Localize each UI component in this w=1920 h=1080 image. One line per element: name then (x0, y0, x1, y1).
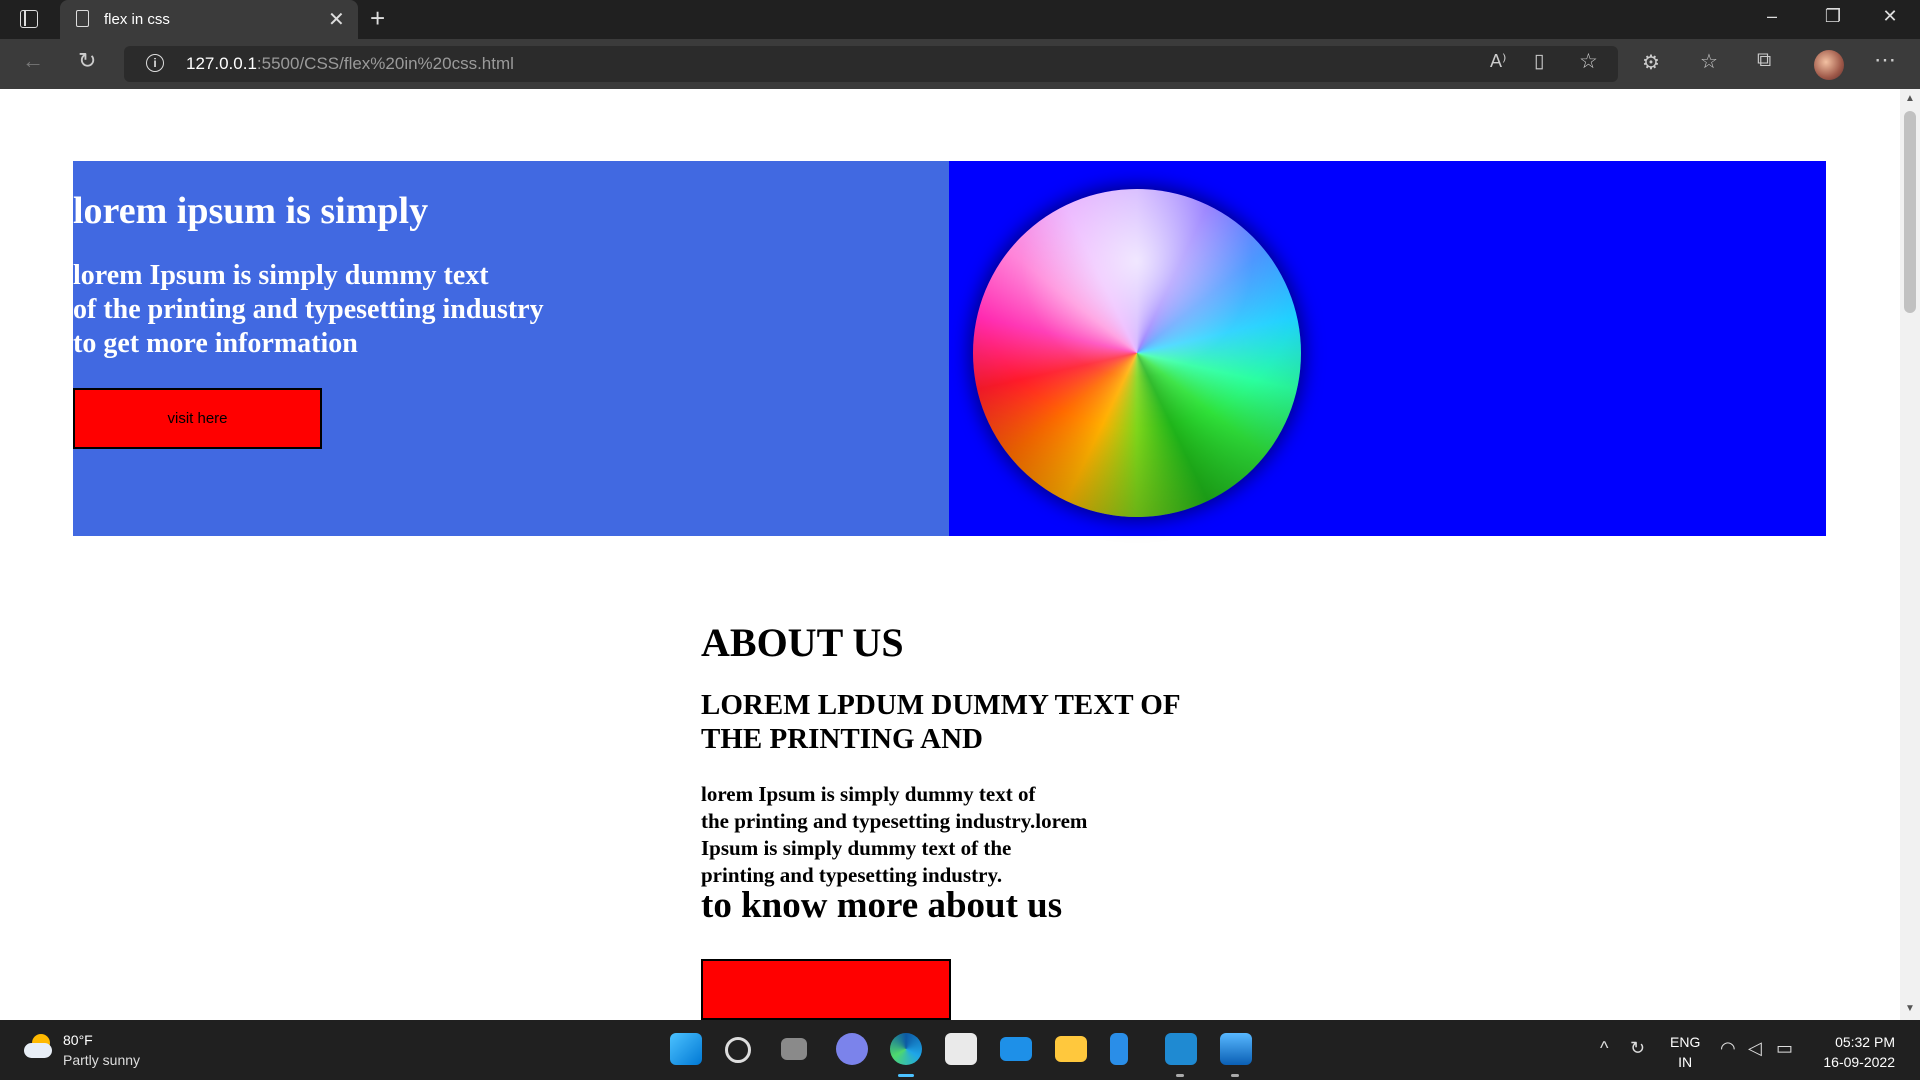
hero-text-panel: lorem ipsum is simply lorem Ipsum is sim… (73, 161, 949, 536)
power-automate-icon[interactable] (1110, 1033, 1128, 1065)
wifi-icon[interactable]: ◠ (1720, 1038, 1736, 1059)
tab-actions-icon[interactable] (20, 10, 38, 28)
photos-icon[interactable] (1220, 1033, 1252, 1065)
sync-icon[interactable]: ↻ (1630, 1038, 1645, 1059)
weather-description[interactable]: Partly sunny (63, 1052, 140, 1068)
info-icon[interactable]: i (146, 54, 164, 72)
vscode-indicator (1176, 1074, 1184, 1077)
weather-icon[interactable] (24, 1034, 54, 1060)
collections-icon[interactable]: ⧉ (1757, 49, 1771, 72)
immersive-reader-icon[interactable]: ▯ (1534, 50, 1544, 73)
puzzle-icon[interactable]: ⚙ (1642, 50, 1660, 75)
chat-icon[interactable] (836, 1033, 868, 1065)
avatar[interactable] (1814, 50, 1844, 80)
vscode-icon[interactable] (1165, 1033, 1197, 1065)
task-view-icon[interactable] (781, 1038, 807, 1060)
about-more-heading: to know more about us (701, 885, 1063, 926)
star-add-icon[interactable]: ☆ (1579, 49, 1598, 74)
volume-icon[interactable]: ◁ (1748, 1038, 1762, 1059)
weather-temperature[interactable]: 80°F (63, 1032, 93, 1048)
tab-title: flex in css (104, 11, 170, 28)
favorites-list-icon[interactable]: ☆ (1700, 49, 1718, 74)
store-icon[interactable] (945, 1033, 977, 1065)
clock[interactable]: 05:32 PM 16-09-2022 (1815, 1032, 1895, 1072)
scroll-up-icon[interactable]: ▲ (1905, 93, 1915, 104)
start-icon[interactable] (670, 1033, 702, 1065)
hero-title: lorem ipsum is simply (73, 190, 429, 232)
photos-indicator (1231, 1074, 1239, 1077)
browser-title-bar: flex in css ✕ + – ❐ ✕ (0, 0, 1920, 39)
edge-active-indicator (898, 1074, 914, 1077)
scroll-down-icon[interactable]: ▼ (1905, 1003, 1915, 1014)
new-tab-plus-icon[interactable]: + (370, 3, 385, 34)
browser-tab[interactable]: flex in css ✕ (60, 0, 358, 39)
refresh-icon[interactable]: ↻ (78, 48, 96, 74)
window-close-icon[interactable]: ✕ (1870, 6, 1910, 27)
search-icon[interactable] (725, 1037, 751, 1063)
chevron-up-icon[interactable]: ^ (1600, 1038, 1608, 1059)
more-dots-icon[interactable]: ⋯ (1874, 47, 1896, 73)
about-button[interactable] (701, 959, 951, 1020)
about-title: ABOUT US (701, 620, 904, 665)
visit-here-button[interactable]: visit here (73, 388, 322, 449)
mail-icon[interactable] (1000, 1037, 1032, 1061)
address-bar[interactable]: i 127.0.0.1:5500/CSS/flex%20in%20css.htm… (124, 46, 1618, 82)
hero-image-panel (949, 161, 1826, 536)
read-aloud-icon[interactable]: A⁾ (1490, 51, 1506, 72)
tab-close-icon[interactable]: ✕ (328, 7, 345, 32)
page-scrollbar[interactable]: ▲ ▼ (1900, 89, 1920, 1020)
page-viewport: lorem ipsum is simply lorem Ipsum is sim… (0, 89, 1900, 1020)
hero-section: lorem ipsum is simply lorem Ipsum is sim… (73, 161, 1826, 536)
file-explorer-icon[interactable] (1055, 1036, 1087, 1062)
browser-toolbar: ← ↻ i 127.0.0.1:5500/CSS/flex%20in%20css… (0, 39, 1920, 89)
about-subtitle: LOREM LPDUM DUMMY TEXT OF THE PRINTING A… (701, 689, 1181, 755)
windows-taskbar: 80°F Partly sunny ^ ↻ ENG IN ◠ ◁ ▭ 05:32… (0, 1020, 1920, 1080)
language-indicator[interactable]: ENG IN (1670, 1032, 1700, 1072)
edge-icon[interactable] (890, 1033, 922, 1065)
scroll-thumb[interactable] (1904, 111, 1916, 313)
restore-icon[interactable]: ❐ (1813, 6, 1853, 27)
minimize-icon[interactable]: – (1752, 6, 1792, 27)
page-icon (76, 10, 89, 27)
back-arrow-icon[interactable]: ← (22, 48, 44, 74)
url-text[interactable]: 127.0.0.1:5500/CSS/flex%20in%20css.html (186, 54, 514, 74)
hero-description: lorem Ipsum is simply dummy text of the … (73, 260, 544, 359)
spinning-wheel-image (973, 189, 1301, 517)
battery-icon[interactable]: ▭ (1776, 1038, 1793, 1059)
about-paragraph: lorem Ipsum is simply dummy text of the … (701, 782, 1088, 887)
